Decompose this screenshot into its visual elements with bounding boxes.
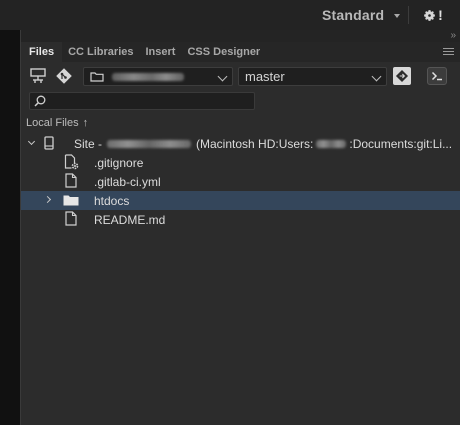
double-chevron-right-icon[interactable]: » <box>450 30 455 41</box>
server-connect-icon <box>30 68 46 83</box>
git-push-icon <box>395 69 409 83</box>
terminal-icon <box>431 71 442 81</box>
tree-row-readme[interactable]: README.md <box>21 210 460 229</box>
disclosure-open-icon[interactable] <box>27 137 36 146</box>
site-select[interactable] <box>83 67 233 86</box>
workspace-switcher[interactable]: Standard <box>312 0 410 30</box>
left-gutter <box>0 30 20 425</box>
terminal-button[interactable] <box>427 67 447 85</box>
branch-select[interactable]: master <box>238 67 387 86</box>
panel-menu-icon[interactable] <box>443 48 454 55</box>
tab-cc-libraries[interactable]: CC Libraries <box>62 42 139 62</box>
tree-row-gitlab-ci[interactable]: .gitlab-ci.yml <box>21 172 460 191</box>
tree-row-gitignore[interactable]: .gitignore <box>21 153 460 172</box>
tree-row-site-root[interactable]: Site - (Macintosh HD:Users: :Documents:g… <box>21 134 460 153</box>
file-icon <box>65 211 77 226</box>
site-device-icon <box>44 136 54 150</box>
tree-row-htdocs[interactable]: htdocs <box>21 191 460 210</box>
site-name-redacted <box>107 139 192 148</box>
app-topbar: Standard ! <box>0 0 460 30</box>
site-prefix: Site - <box>74 136 103 151</box>
search-input[interactable] <box>50 93 250 109</box>
disclosure-closed-icon[interactable] <box>43 195 52 204</box>
search-icon <box>34 95 46 107</box>
folder-name: htdocs <box>94 193 130 208</box>
username-redacted <box>316 139 347 148</box>
git-icon <box>56 68 72 84</box>
divider <box>408 6 409 24</box>
local-files-header[interactable]: Local Files ↑ <box>26 117 88 129</box>
warning-mark: ! <box>438 7 443 23</box>
site-root-label: Site - (Macintosh HD:Users: :Documents:g… <box>74 137 452 151</box>
git-button[interactable] <box>54 66 74 86</box>
git-push-button[interactable] <box>393 67 411 85</box>
settings-file-icon <box>64 154 79 170</box>
sort-ascending-icon[interactable]: ↑ <box>83 117 89 129</box>
chevron-down-icon <box>371 71 382 82</box>
tab-insert[interactable]: Insert <box>140 42 182 62</box>
file-name: README.md <box>94 212 166 227</box>
file-icon <box>65 173 77 188</box>
gear-icon <box>424 9 436 21</box>
tab-files[interactable]: Files <box>21 42 63 62</box>
connect-button[interactable] <box>28 66 48 86</box>
site-name-redacted <box>112 72 184 81</box>
settings-button[interactable]: ! <box>418 4 448 26</box>
file-name: .gitlab-ci.yml <box>94 174 161 189</box>
branch-name: master <box>245 69 285 84</box>
chevron-down-icon <box>394 13 401 18</box>
panel-tabs: Files CC Libraries Insert CSS Designer <box>21 42 460 62</box>
site-path-start: (Macintosh HD:Users: <box>196 136 314 151</box>
file-name: .gitignore <box>94 155 144 170</box>
workspace-label: Standard <box>322 7 385 23</box>
local-files-label: Local Files <box>26 117 79 129</box>
chevron-down-icon <box>217 71 228 82</box>
files-panel: » Files CC Libraries Insert CSS Designer <box>20 30 460 425</box>
folder-icon <box>90 72 104 82</box>
folder-icon <box>63 195 79 206</box>
files-toolbar: master <box>21 66 460 88</box>
site-path-end: :Documents:git:Li... <box>349 136 453 151</box>
panel-collapse-bar[interactable]: » <box>21 30 460 42</box>
tab-css-designer[interactable]: CSS Designer <box>181 42 266 62</box>
search-field[interactable] <box>29 92 255 110</box>
